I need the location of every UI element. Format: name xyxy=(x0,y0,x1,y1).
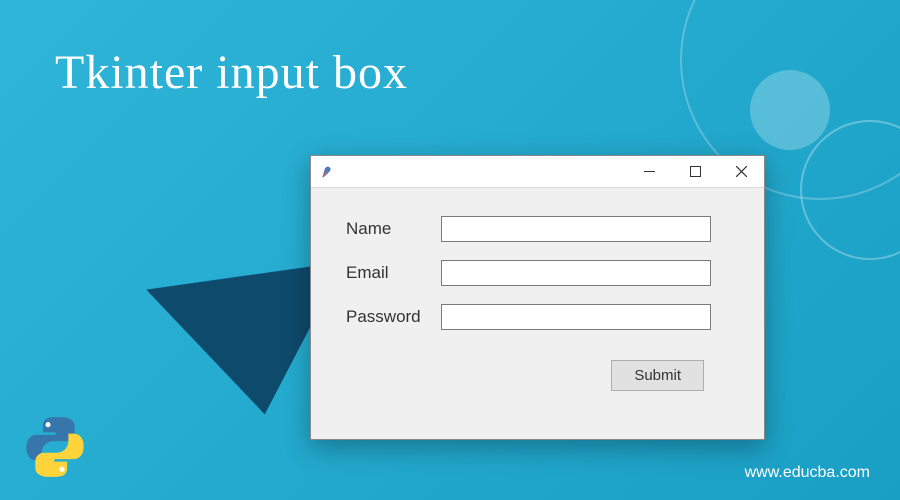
form-row-password: Password xyxy=(346,304,729,330)
window-controls xyxy=(626,156,764,187)
maximize-button[interactable] xyxy=(672,156,718,187)
python-logo-icon xyxy=(20,412,90,482)
window-titlebar xyxy=(311,156,764,188)
submit-button[interactable]: Submit xyxy=(611,360,704,391)
form-row-name: Name xyxy=(346,216,729,242)
email-field[interactable] xyxy=(441,260,711,286)
name-input[interactable] xyxy=(441,216,711,242)
page-title: Tkinter input box xyxy=(55,45,408,100)
button-row: Submit xyxy=(346,360,729,391)
window-body: Name Email Password Submit xyxy=(311,188,764,411)
close-button[interactable] xyxy=(718,156,764,187)
tkinter-window: Name Email Password Submit xyxy=(310,155,765,440)
website-url: www.educba.com xyxy=(745,464,870,482)
password-label: Password xyxy=(346,307,441,327)
tk-feather-icon xyxy=(319,164,335,180)
email-label: Email xyxy=(346,263,441,283)
form-row-email: Email xyxy=(346,260,729,286)
decorative-circle-filled xyxy=(750,70,830,150)
name-label: Name xyxy=(346,219,441,239)
password-field[interactable] xyxy=(441,304,711,330)
minimize-button[interactable] xyxy=(626,156,672,187)
